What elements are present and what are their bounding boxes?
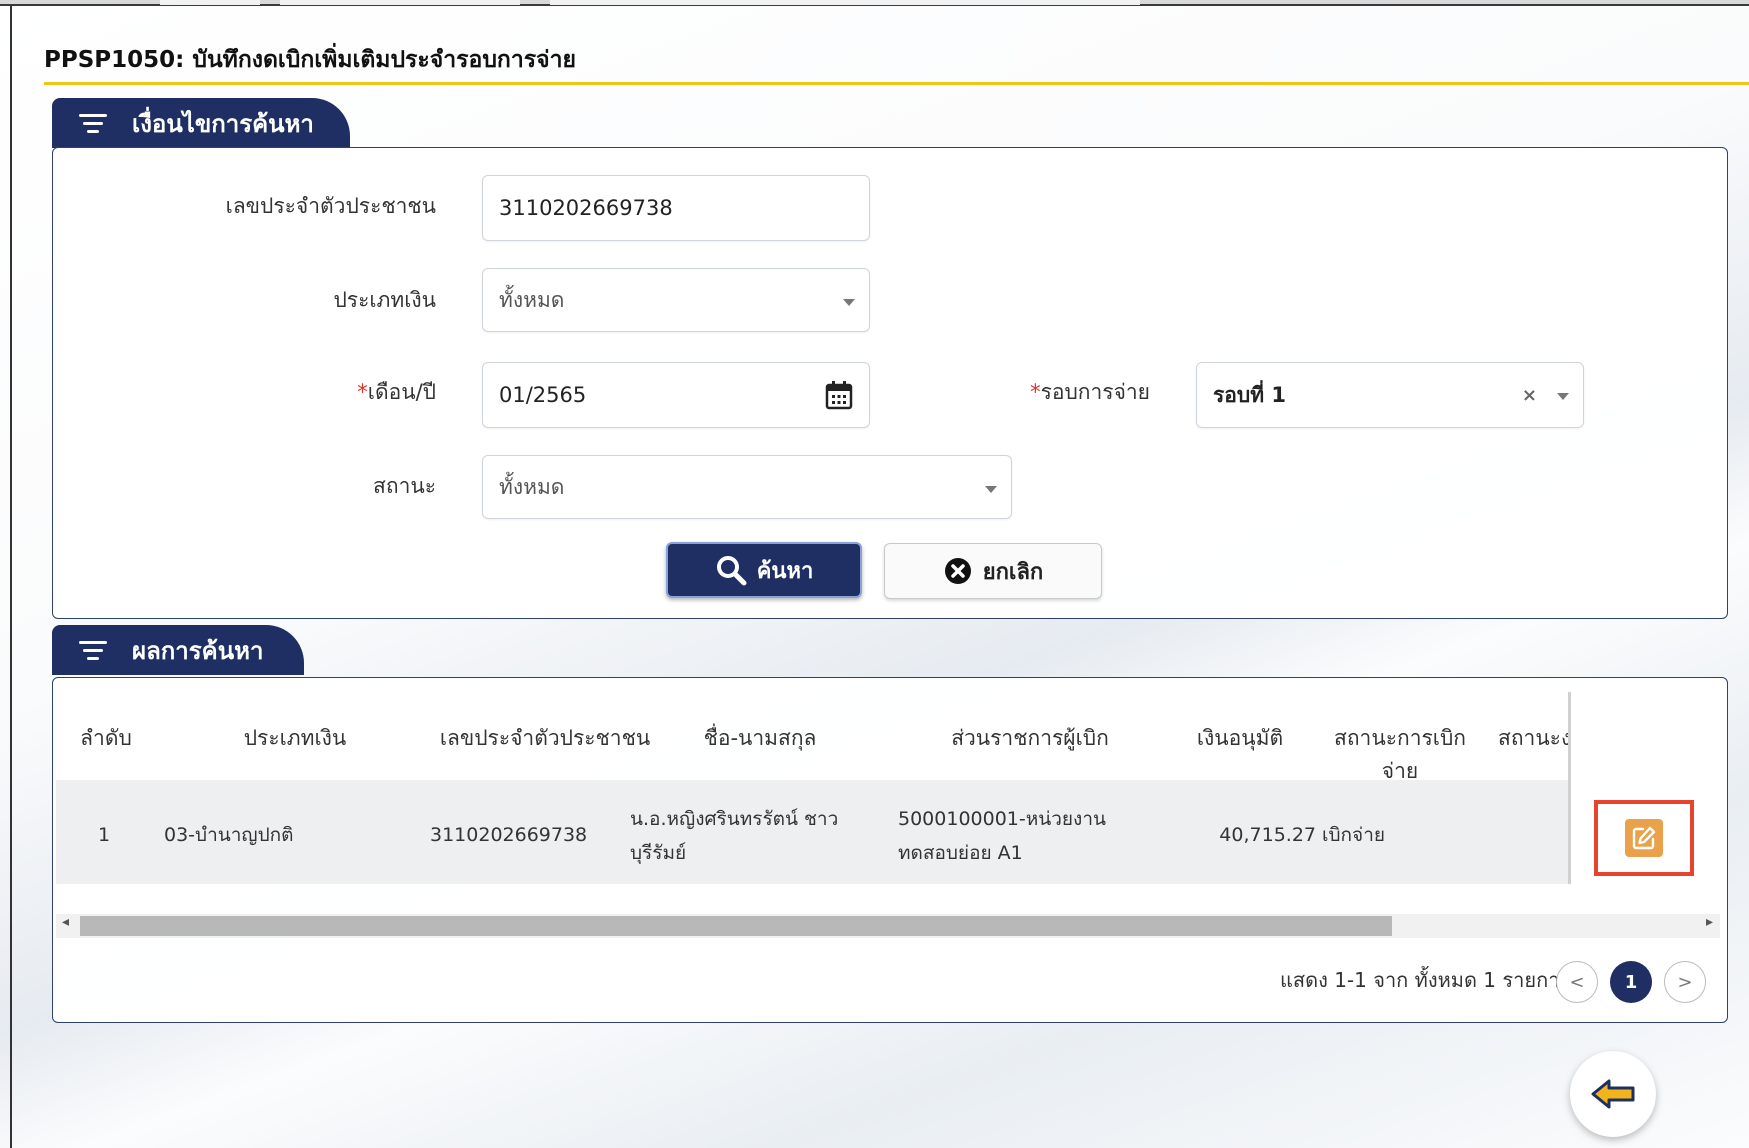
edit-highlight (1594, 800, 1694, 876)
required-mark: * (357, 380, 368, 404)
required-mark: * (1030, 380, 1041, 404)
search-button-label: ค้นหา (756, 558, 814, 584)
scrollbar-thumb[interactable] (80, 916, 1392, 936)
back-button[interactable] (1570, 1051, 1656, 1137)
page-1-button[interactable]: 1 (1610, 961, 1652, 1003)
pay-round-label-text: รอบการจ่าย (1040, 380, 1150, 404)
search-icon (716, 556, 747, 586)
chevron-down-icon (985, 486, 997, 493)
prev-page-button[interactable]: < (1556, 961, 1598, 1003)
column-header-approved-amount[interactable]: เงินอนุมัติ (1190, 722, 1290, 755)
edit-icon (1632, 826, 1656, 850)
title-underline (44, 82, 1749, 85)
pay-round-select[interactable]: รอบที่ 1 × (1196, 362, 1584, 428)
column-header-citizen-id[interactable]: เลขประจำตัวประชาชน (425, 722, 665, 755)
money-type-label: ประเภทเงิน (333, 288, 436, 312)
search-criteria-heading: เงื่อนไขการค้นหา (132, 109, 314, 138)
money-type-value: ทั้งหมด (499, 287, 565, 312)
search-button[interactable]: ค้นหา (666, 542, 862, 598)
cell-name-line2: บุรีรัมย์ (630, 842, 687, 864)
chevron-down-icon (1557, 393, 1569, 400)
cell-money-type: 03-บำนาญปกติ (164, 824, 294, 846)
cancel-button[interactable]: ยกเลิก (884, 543, 1102, 599)
menu-icon (78, 109, 108, 138)
chevron-down-icon (843, 299, 855, 306)
column-header-name[interactable]: ชื่อ-นามสกุล (660, 722, 860, 755)
scroll-left-icon[interactable]: ◂ (62, 914, 69, 930)
edit-button[interactable] (1625, 819, 1663, 857)
search-criteria-tab: เงื่อนไขการค้นหา (52, 98, 350, 148)
cell-citizen-id: 3110202669738 (430, 824, 588, 846)
month-year-value: 01/2565 (499, 383, 587, 407)
cell-approved-amount: 40,715.27 (1219, 824, 1316, 846)
citizen-id-label: เลขประจำตัวประชาชน (225, 194, 436, 218)
calendar-icon[interactable] (825, 380, 853, 410)
cell-name-line1: น.อ.หญิงศรินทรรัตน์ ชาว (630, 808, 839, 830)
column-header-agency[interactable]: ส่วนราชการผู้เบิก (910, 722, 1150, 755)
pay-round-value: รอบที่ 1 (1213, 382, 1286, 407)
status-select[interactable]: ทั้งหมด (482, 455, 1012, 519)
citizen-id-value: 3110202669738 (499, 196, 673, 220)
scroll-right-icon[interactable]: ▸ (1706, 914, 1713, 930)
column-header-status-cut[interactable]: สถานะง (1498, 722, 1568, 755)
money-type-select[interactable]: ทั้งหมด (482, 268, 870, 332)
search-results-heading: ผลการค้นหา (132, 636, 264, 665)
search-results-tab: ผลการค้นหา (52, 625, 304, 675)
cell-no: 1 (98, 824, 111, 846)
cell-disburse-status: เบิกจ่าย (1322, 824, 1385, 846)
cancel-button-label: ยกเลิก (982, 559, 1044, 585)
month-year-label-text: เดือน/ปี (367, 380, 436, 404)
clear-icon[interactable]: × (1522, 385, 1537, 406)
menu-icon (78, 636, 108, 665)
cancel-circle-icon (944, 558, 971, 584)
pay-round-label: *รอบการจ่าย (980, 376, 1150, 409)
cell-agency-line1: 5000100001-หน่วยงาน (898, 808, 1106, 830)
citizen-id-input[interactable]: 3110202669738 (482, 175, 870, 241)
next-page-button[interactable]: > (1664, 961, 1706, 1003)
month-year-input[interactable]: 01/2565 (482, 362, 870, 428)
month-year-label: *เดือน/ปี (150, 376, 436, 409)
status-label: สถานะ (373, 474, 436, 498)
cell-agency-line2: ทดสอบย่อย A1 (898, 842, 1023, 864)
pagination-summary: แสดง 1-1 จาก ทั้งหมด 1 รายการ (1280, 968, 1571, 992)
status-value: ทั้งหมด (499, 474, 565, 499)
column-header-money-type[interactable]: ประเภทเงิน (205, 722, 385, 755)
page-title: PPSP1050: บันทึกงดเบิกเพิ่มเติมประจำรอบก… (44, 47, 576, 73)
column-header-no[interactable]: ลำดับ (66, 722, 146, 755)
back-arrow-icon (1591, 1079, 1635, 1109)
column-header-disburse-status[interactable]: สถานะการเบิกจ่าย (1320, 722, 1480, 788)
